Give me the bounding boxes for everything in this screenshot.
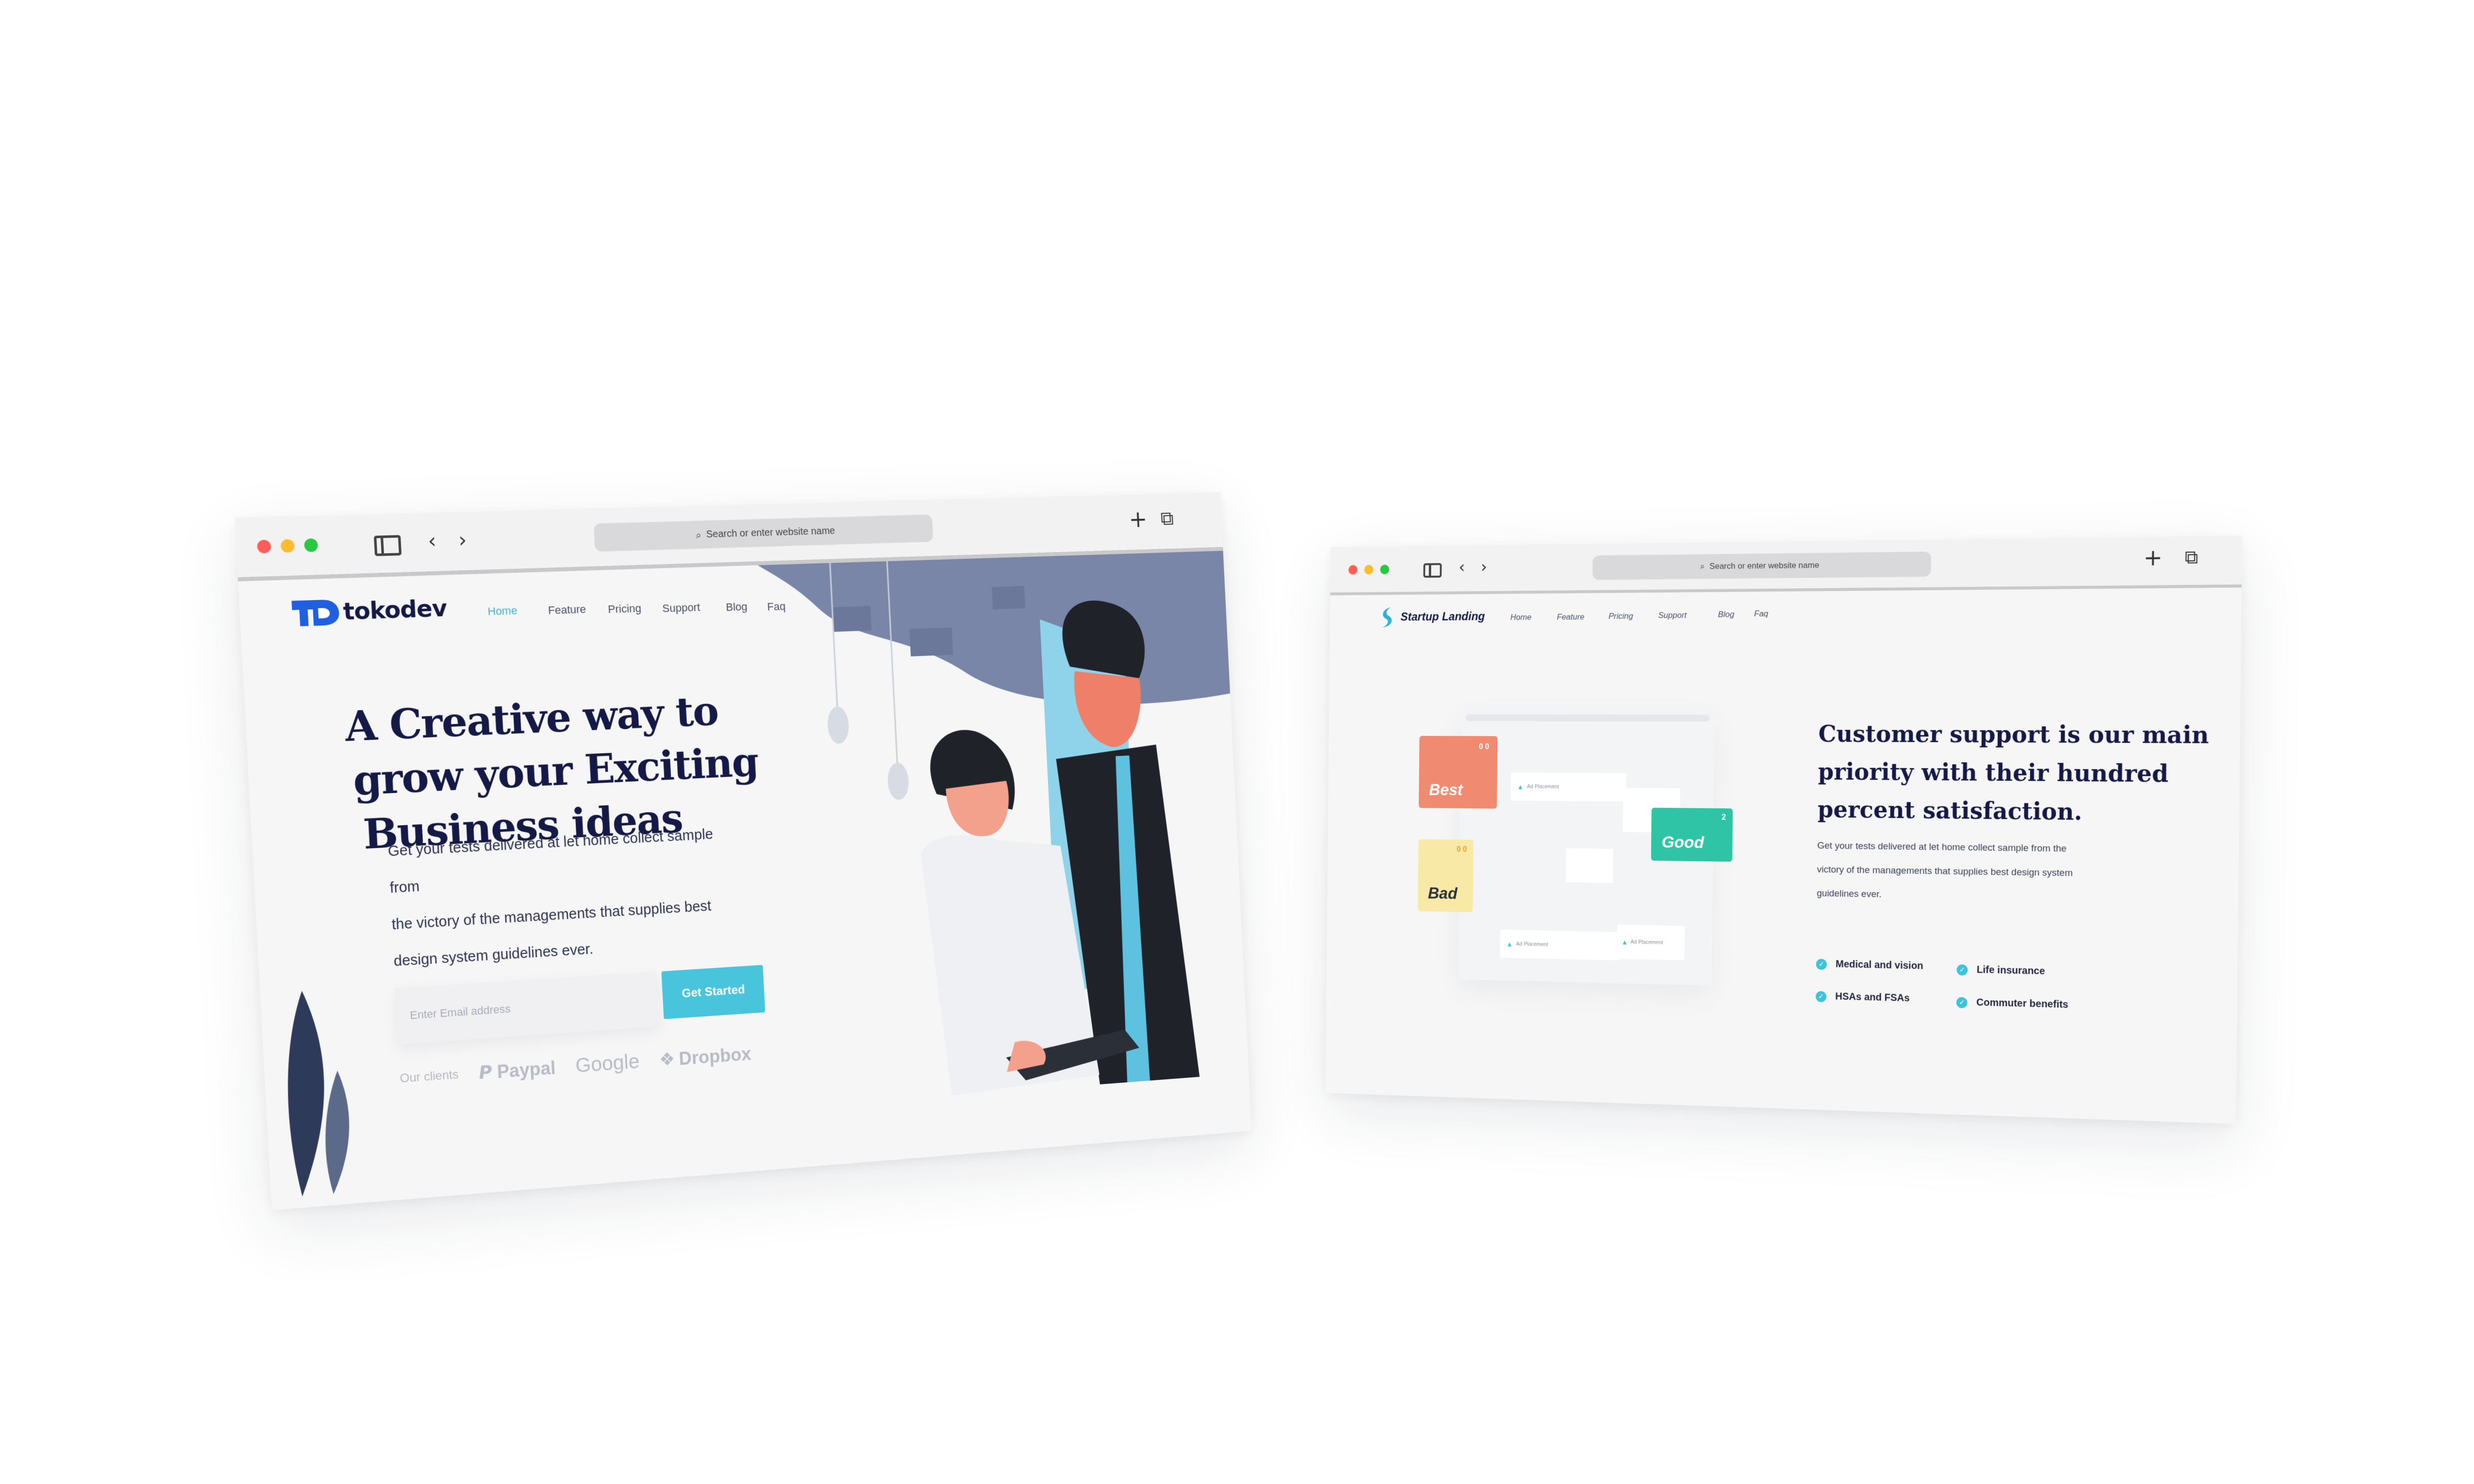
- client-name: Dropbox: [678, 1043, 752, 1069]
- rating-card-good: 2 Good: [1651, 807, 1733, 862]
- close-window-button[interactable]: [1348, 565, 1358, 575]
- sidebar-toggle-icon[interactable]: [1423, 563, 1442, 578]
- tab-overview-icon[interactable]: ⧉: [1160, 508, 1174, 530]
- support-description-line: guidelines ever.: [1816, 888, 1882, 900]
- nav-blog[interactable]: Blog: [725, 601, 748, 614]
- ad-placement-card: ▲ Ad Placement: [1617, 925, 1685, 961]
- support-heading-line: percent satisfaction.: [1817, 795, 2083, 826]
- ad-placement-label: Ad Placement: [1527, 784, 1559, 790]
- feature-label: Medical and vision: [1835, 959, 1924, 972]
- light-bulb-icon: [887, 762, 910, 801]
- support-heading-line: priority with their hundred: [1817, 758, 2169, 788]
- hero-description: Get your tests delivered at let home col…: [387, 815, 739, 979]
- nav-support[interactable]: Support: [1658, 610, 1687, 620]
- support-heading-line: Customer support is our main: [1818, 720, 2209, 749]
- search-icon: ⌕: [1700, 561, 1705, 572]
- nav-home[interactable]: Home: [1510, 612, 1531, 622]
- feature-item: ✓ Commuter benefits: [1956, 996, 2069, 1011]
- nav-faq[interactable]: Faq: [767, 600, 786, 613]
- ad-placement-card: ▲ Ad Placement: [1500, 929, 1620, 961]
- nav-faq[interactable]: Faq: [1754, 609, 1768, 619]
- rating-card-bad: 0 0 Bad: [1418, 839, 1474, 913]
- ad-placement-label: Ad Placement: [1516, 941, 1548, 948]
- nav-feature[interactable]: Feature: [548, 603, 586, 617]
- rating-label: Best: [1428, 781, 1463, 799]
- support-description-line: Get your tests delivered at let home col…: [1817, 840, 2067, 854]
- client-logo-google: Google: [575, 1050, 640, 1077]
- new-tab-icon[interactable]: +: [2143, 545, 2163, 571]
- feature-label: Life insurance: [1976, 964, 2046, 977]
- support-description-line: victory of the managements that supplies…: [1817, 864, 2073, 879]
- back-icon[interactable]: ‹: [1459, 557, 1465, 577]
- back-icon[interactable]: ‹: [428, 529, 437, 553]
- check-icon: ✓: [1956, 996, 1968, 1008]
- chart-thumbnail: [1566, 848, 1614, 883]
- client-name: Google: [574, 1050, 640, 1077]
- brand-name: Startup Landing: [1400, 610, 1485, 624]
- email-placeholder: Enter Email address: [409, 1002, 511, 1022]
- ad-placement-label: Ad Placement: [1630, 939, 1663, 946]
- address-bar[interactable]: ⌕ Search or enter website name: [1592, 552, 1931, 580]
- feature-label: HSAs and FSAs: [1835, 991, 1910, 1004]
- rating-badge: 0 0: [1478, 742, 1489, 751]
- nav-support[interactable]: Support: [662, 601, 701, 615]
- nav-pricing[interactable]: Pricing: [1609, 611, 1633, 621]
- minimize-window-button[interactable]: [1364, 564, 1374, 575]
- feature-label: Commuter benefits: [1976, 997, 2069, 1011]
- tokodev-logo-icon: [291, 599, 340, 627]
- check-icon: ✓: [1816, 958, 1827, 970]
- browser-toolbar: ‹ › ⌕ Search or enter website name + ⧉: [1330, 535, 2242, 596]
- feature-item: ✓ Medical and vision: [1816, 958, 1923, 972]
- rating-label: Good: [1662, 833, 1705, 852]
- mountain-icon: ▲: [1518, 783, 1522, 790]
- check-icon: ✓: [1815, 990, 1827, 1002]
- brand-logo[interactable]: tokodev: [291, 593, 447, 628]
- forward-icon[interactable]: ›: [458, 529, 468, 553]
- zoom-window-button[interactable]: [1380, 564, 1389, 575]
- zoom-window-button[interactable]: [304, 538, 319, 553]
- plant-leaf: [282, 989, 331, 1198]
- address-placeholder: Search or enter website name: [706, 525, 836, 540]
- tab-overview-icon[interactable]: ⧉: [2185, 547, 2198, 568]
- new-tab-icon[interactable]: +: [1128, 506, 1148, 533]
- minimize-window-button[interactable]: [280, 539, 295, 553]
- ad-placement-card: ▲ Ad Placement: [1511, 772, 1626, 802]
- paypal-icon: P: [478, 1062, 493, 1084]
- nav-home[interactable]: Home: [487, 604, 518, 618]
- check-icon: ✓: [1956, 964, 1968, 975]
- browser-window-tokodev: ‹ › ⌕ Search or enter website name + ⧉ t…: [235, 492, 1252, 1210]
- search-icon: ⌕: [695, 528, 702, 541]
- sidebar-toggle-icon[interactable]: [374, 535, 402, 556]
- browser-window-startup: ‹ › ⌕ Search or enter website name + ⧉ S…: [1325, 535, 2242, 1124]
- forward-icon[interactable]: ›: [1481, 557, 1487, 577]
- support-description: Get your tests delivered at let home col…: [1816, 834, 2073, 910]
- nav-feature[interactable]: Feature: [1557, 612, 1584, 622]
- close-window-button[interactable]: [257, 539, 272, 554]
- address-bar[interactable]: ⌕ Search or enter website name: [593, 514, 934, 552]
- feature-item: ✓ HSAs and FSAs: [1815, 990, 1910, 1004]
- client-logo-paypal: P Paypal: [478, 1057, 556, 1084]
- light-bulb-icon: [826, 706, 850, 744]
- rating-label: Bad: [1427, 884, 1458, 903]
- nav-pricing[interactable]: Pricing: [608, 602, 642, 616]
- rating-badge: 0 0: [1456, 845, 1467, 854]
- client-name: Paypal: [496, 1057, 556, 1082]
- feature-item: ✓ Life insurance: [1956, 964, 2045, 977]
- support-heading: Customer support is our main priority wi…: [1817, 715, 2209, 833]
- startup-logo-icon: [1382, 607, 1392, 628]
- rating-badge: 2: [1721, 813, 1726, 822]
- brand-name: tokodev: [342, 594, 448, 625]
- address-placeholder: Search or enter website name: [1709, 560, 1819, 571]
- brand-logo[interactable]: Startup Landing: [1380, 605, 1485, 628]
- get-started-button[interactable]: Get Started: [661, 965, 765, 1020]
- window-backdrop-shape: [758, 551, 1231, 720]
- clients-label: Our clients: [399, 1067, 459, 1086]
- rating-card-best: 0 0 Best: [1419, 736, 1498, 809]
- mountain-icon: ▲: [1622, 938, 1627, 945]
- mountain-icon: ▲: [1507, 940, 1512, 947]
- dropbox-icon: ❖: [659, 1049, 676, 1070]
- nav-blog[interactable]: Blog: [1718, 609, 1734, 619]
